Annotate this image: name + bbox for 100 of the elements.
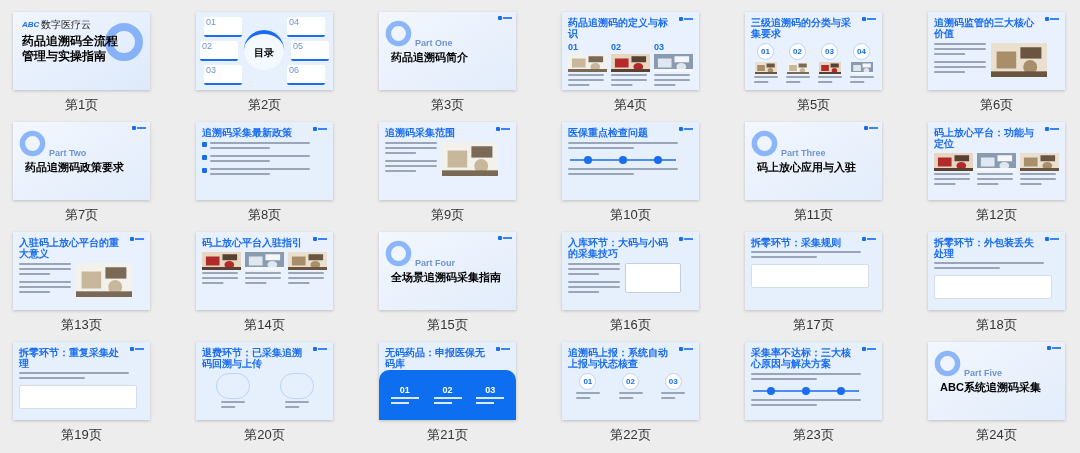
- step-badge: 03: [821, 43, 838, 60]
- page-caption: 第22页: [610, 426, 651, 444]
- text-lines-drawing: [202, 272, 238, 287]
- slide-title: 管理与实操指南: [22, 49, 107, 64]
- section-title: ABC系统追溯码采集: [940, 379, 1042, 394]
- page-caption: 第14页: [244, 316, 285, 334]
- slide-thumbnail[interactable]: 拆零环节：外包装丢失处理: [928, 232, 1065, 310]
- text-lines-drawing: [245, 272, 281, 287]
- slide-title: 追溯码采集范围: [385, 127, 455, 138]
- bullet-icon: [202, 142, 207, 147]
- slide-thumbnail[interactable]: 追溯码监管的三大核心价值: [928, 12, 1065, 90]
- page-caption: 第23页: [793, 426, 834, 444]
- slide-thumbnail[interactable]: 追溯码采集范围: [379, 122, 516, 200]
- page-caption: 第10页: [610, 206, 651, 224]
- page-caption: 第13页: [61, 316, 102, 334]
- slide-thumbnail[interactable]: 目录 01 02 03 04 05 06: [196, 12, 333, 90]
- slide-thumbnail[interactable]: Part One 药品追溯码简介: [379, 12, 516, 90]
- slide-title: 码上放心平台：功能与定位: [934, 127, 1035, 149]
- text-lines-drawing: [385, 160, 437, 175]
- slide-thumbnail[interactable]: 无码药品：申报医保无码库 01 02 03: [379, 342, 516, 420]
- step-number: 02: [611, 43, 622, 52]
- page-caption: 第4页: [613, 96, 648, 114]
- text-lines-drawing: [611, 74, 647, 89]
- logo-icon: [313, 347, 327, 351]
- slide-thumbnail[interactable]: 医保重点检查问题: [562, 122, 699, 200]
- toc-card[interactable]: 03: [204, 65, 242, 85]
- slide-title: 无码药品：申报医保无码库: [385, 347, 486, 369]
- text-lines-drawing: [849, 76, 874, 86]
- part-label: Part Four: [415, 258, 455, 268]
- ring-drawing: [385, 240, 412, 267]
- slide-thumbnail[interactable]: Part Two 药品追溯码政策要求: [13, 122, 150, 200]
- slide-thumbnail[interactable]: 码上放心平台：功能与定位: [928, 122, 1065, 200]
- slide-thumbnail[interactable]: 码上放心平台入驻指引: [196, 232, 333, 310]
- logo-icon: [498, 236, 512, 240]
- slide-title: 追溯码采集最新政策: [202, 127, 292, 138]
- text-lines-drawing: [568, 281, 620, 296]
- slide-thumbnail[interactable]: 拆零环节：采集规则: [745, 232, 882, 310]
- slide-thumbnail[interactable]: 追溯码上报：系统自动上报与状态核查 01 02 03: [562, 342, 699, 420]
- toc-card[interactable]: 06: [287, 65, 325, 85]
- logo-icon: [130, 237, 144, 241]
- step-badge: 03: [664, 373, 682, 390]
- page-caption: 第2页: [247, 96, 282, 114]
- page-caption: 第5页: [796, 96, 831, 114]
- section-title: 药品追溯码政策要求: [25, 159, 125, 174]
- step-number: 02: [442, 385, 453, 395]
- text-lines-drawing: [220, 401, 245, 411]
- slide-title: 药品追溯码全流程: [22, 34, 119, 49]
- text-lines-drawing: [568, 263, 620, 278]
- step-number: 03: [485, 385, 496, 395]
- slide-thumbnail[interactable]: ABC 数字医疗云 药品追溯码全流程 管理与实操指南: [13, 12, 150, 90]
- slide-thumbnail[interactable]: Part Three 码上放心应用与入驻: [745, 122, 882, 200]
- slide-thumbnail[interactable]: 三级追溯码的分类与采集要求 01 02 03 04: [745, 12, 882, 90]
- logo-icon: [1045, 127, 1059, 131]
- page-caption: 第3页: [430, 96, 465, 114]
- logo-icon: [679, 347, 693, 351]
- logo-icon: [1047, 346, 1061, 350]
- page-caption: 第6页: [979, 96, 1014, 114]
- slide-title: 拆零环节：外包装丢失处理: [934, 237, 1035, 259]
- page-caption: 第21页: [427, 426, 468, 444]
- brand-logo: ABC: [22, 21, 40, 29]
- page-caption: 第15页: [427, 316, 468, 334]
- text-lines-drawing: [817, 76, 842, 86]
- slide-thumbnail[interactable]: 采集率不达标：三大核心原因与解决方案: [745, 342, 882, 420]
- text-lines-drawing: [934, 173, 970, 188]
- toc-card[interactable]: 01: [204, 17, 242, 37]
- slide-thumbnail[interactable]: Part Four 全场景追溯码采集指南: [379, 232, 516, 310]
- logo-icon: [498, 16, 512, 20]
- slide-title: 追溯码监管的三大核心价值: [934, 17, 1035, 39]
- page-caption: 第18页: [976, 316, 1017, 334]
- slide-thumbnail[interactable]: 退费环节：已采集追溯码回溯与上传: [196, 342, 333, 420]
- logo-icon: [679, 17, 693, 21]
- slide-thumbnail[interactable]: Part Five ABC系统追溯码采集: [928, 342, 1065, 420]
- step-badge: 01: [757, 43, 774, 60]
- slide-thumbnail[interactable]: 追溯码采集最新政策: [196, 122, 333, 200]
- step-badge: 02: [789, 43, 806, 60]
- slide-title: 医保重点检查问题: [568, 127, 648, 138]
- toc-card[interactable]: 02: [200, 41, 238, 61]
- page-caption: 第16页: [610, 316, 651, 334]
- page-caption: 第7页: [64, 206, 99, 224]
- page-caption: 第12页: [976, 206, 1017, 224]
- logo-icon: [132, 126, 146, 130]
- text-lines-drawing: [19, 263, 71, 278]
- logo-icon: [864, 126, 878, 130]
- slide-title: 拆零环节：重复采集处理: [19, 347, 120, 369]
- slide-thumbnail[interactable]: 入库环节：大码与小码的采集技巧: [562, 232, 699, 310]
- text-lines-drawing: [284, 401, 309, 411]
- page-caption: 第17页: [793, 316, 834, 334]
- logo-icon: [679, 237, 693, 241]
- logo-icon: [496, 347, 510, 351]
- slide-title: 入驻码上放心平台的重大意义: [19, 237, 120, 259]
- slide-thumbnail[interactable]: 入驻码上放心平台的重大意义: [13, 232, 150, 310]
- text-lines-drawing: [288, 272, 324, 287]
- logo-icon: [862, 237, 876, 241]
- slide-thumbnail[interactable]: 药品追溯码的定义与标识 01 02 03: [562, 12, 699, 90]
- slide-thumbnail[interactable]: 拆零环节：重复采集处理: [13, 342, 150, 420]
- text-lines-drawing: [575, 392, 600, 402]
- toc-card[interactable]: 05: [291, 41, 329, 61]
- toc-card[interactable]: 04: [287, 17, 325, 37]
- text-lines-drawing: [19, 281, 71, 296]
- text-lines-drawing: [661, 392, 686, 402]
